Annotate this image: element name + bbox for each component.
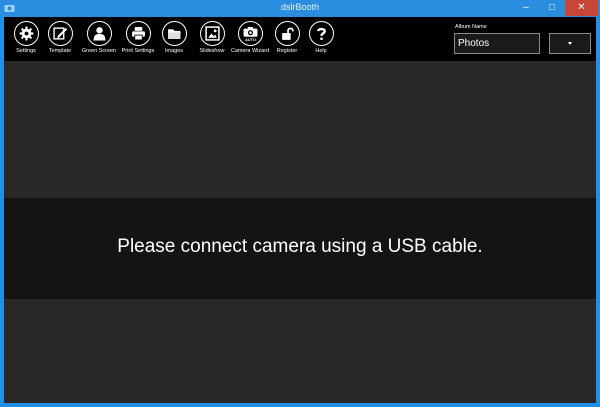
svg-text:AUTO: AUTO: [245, 38, 256, 41]
album-dropdown-button[interactable]: [549, 33, 591, 54]
slideshow-label: Slideshow: [199, 48, 225, 54]
folder-icon: [161, 21, 187, 46]
chevron-down-icon: [568, 42, 572, 45]
printer-icon: [125, 21, 151, 46]
camera-connection-message: Please connect camera using a USB cable.: [117, 236, 483, 257]
app-client: Settings Template Green Screen Print Set…: [4, 17, 596, 403]
minimize-button[interactable]: –: [513, 0, 539, 16]
camera-live-view: Please connect camera using a USB cable.: [4, 61, 596, 403]
maximize-button[interactable]: □: [539, 0, 565, 16]
camera-wizard-label: Camera Wizard: [230, 48, 270, 54]
message-band: Please connect camera using a USB cable.: [4, 198, 596, 299]
gear-icon: [13, 21, 39, 46]
help-label: Help: [315, 48, 327, 54]
camera-wizard-button[interactable]: AUTO Camera Wizard: [229, 21, 271, 61]
question-icon: [308, 21, 334, 46]
green-screen-button[interactable]: Green Screen: [78, 21, 120, 61]
slideshow-icon: [199, 21, 225, 46]
slideshow-button[interactable]: Slideshow: [191, 21, 233, 61]
help-button[interactable]: Help: [300, 21, 342, 61]
album-name-label: Album Name: [455, 24, 487, 30]
close-button[interactable]: ✕: [565, 0, 598, 16]
title-bar[interactable]: dslrBooth – □ ✕: [0, 0, 600, 17]
unlock-icon: [274, 21, 300, 46]
toolbar: Settings Template Green Screen Print Set…: [4, 17, 596, 61]
app-window: dslrBooth – □ ✕ Settings Template Green …: [0, 0, 600, 407]
camera-auto-icon: AUTO: [237, 21, 263, 46]
template-label: Template: [48, 48, 72, 54]
album-name-input[interactable]: Photos: [454, 33, 540, 54]
green-screen-label: Green Screen: [81, 48, 117, 54]
window-title: dslrBooth: [280, 2, 320, 12]
images-label: Images: [164, 48, 184, 54]
template-button[interactable]: Template: [39, 21, 81, 61]
images-button[interactable]: Images: [153, 21, 195, 61]
person-icon: [86, 21, 112, 46]
template-edit-icon: [47, 21, 73, 46]
